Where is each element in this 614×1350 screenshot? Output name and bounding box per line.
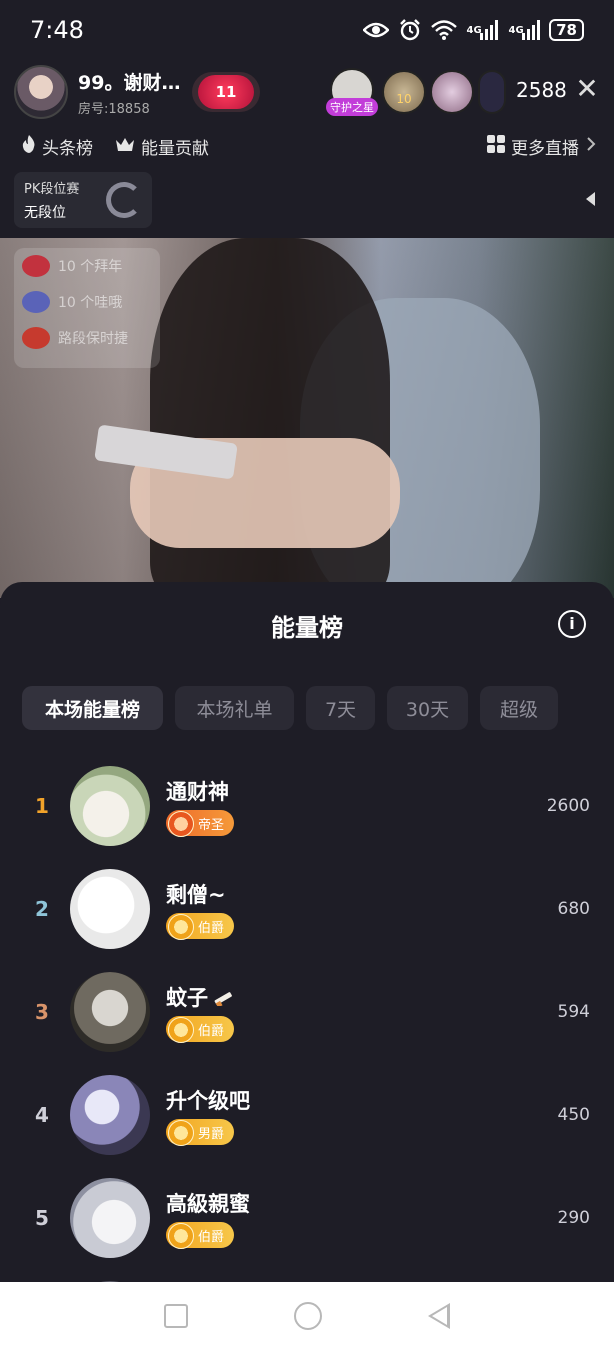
tab-current-energy[interactable]: 本场能量榜 [22, 686, 163, 730]
level-badge: 男爵 [166, 1119, 235, 1146]
level-badge: 伯爵 [166, 1016, 235, 1043]
status-bar: 7:48 4G 4G 78 [0, 0, 614, 60]
gift-overlay-label: 10 个哇哦 [58, 295, 123, 311]
more-live-label: 更多直播 [511, 138, 579, 159]
user-avatar[interactable] [70, 972, 150, 1052]
level-badge: 伯爵 [166, 913, 235, 940]
tab-7-days[interactable]: 7天 [306, 686, 375, 730]
gift-icon [22, 291, 50, 313]
tab-current-gifts[interactable]: 本场礼单 [175, 686, 294, 730]
system-nav-bar [0, 1282, 614, 1350]
rank-number: 1 [35, 794, 49, 818]
back-button[interactable] [428, 1303, 450, 1329]
ranking-row[interactable]: 3 蚊子 伯爵 594 [0, 968, 614, 1071]
viewer-count[interactable]: 2588 [516, 78, 567, 102]
ranking-row[interactable]: 4 升个级吧 男爵 450 [0, 1071, 614, 1174]
viewer-avatar-1[interactable]: 10 [382, 70, 426, 114]
gift-overlay-label: 10 个拜年 [58, 259, 123, 275]
user-avatar[interactable] [70, 1075, 150, 1155]
battery-indicator: 78 [549, 19, 584, 41]
ranking-row[interactable]: 1 通财神 帝圣 2600 [0, 762, 614, 865]
info-icon[interactable]: i [558, 610, 586, 638]
energy-ranking-sheet: 能量榜 i 本场能量榜 本场礼单 7天 30天 超级 1 通财神 帝圣 2600… [0, 582, 614, 1282]
guardian-tag: 守护之星 [326, 98, 378, 116]
ranking-list: 1 通财神 帝圣 2600 2 剩僧~ 伯爵 680 3 蚊子 伯爵 594 4… [0, 762, 614, 1282]
user-name: 升个级吧 [166, 1089, 250, 1113]
recent-apps-button[interactable] [164, 1304, 188, 1328]
like-button[interactable]: 11 [192, 72, 260, 112]
chevron-right-icon [587, 136, 596, 156]
viewer-avatar-2[interactable] [430, 70, 474, 114]
cigarette-icon [212, 987, 236, 1011]
status-icons: 4G 4G 78 [363, 19, 584, 41]
user-name: 通财神 [166, 780, 229, 804]
gift-overlay-item: 10 个哇哦 [14, 284, 160, 320]
sub-nav-row: 头条榜 能量贡献 更多直播 [0, 128, 614, 164]
sheet-title: 能量榜 [271, 614, 343, 642]
rose-icon [22, 255, 50, 277]
user-avatar[interactable] [70, 869, 150, 949]
level-badge: 帝圣 [166, 810, 235, 837]
gift-overlay-item: 10 个拜年 [14, 248, 160, 284]
user-avatar[interactable] [70, 1178, 150, 1258]
crown-icon [115, 136, 135, 157]
live-header: 99。谢财… 房号:18858 11 守护之星 10 2588 ✕ [0, 62, 614, 122]
ranking-row[interactable]: 5 高級親蜜 伯爵 290 [0, 1174, 614, 1277]
eye-icon [363, 19, 390, 41]
collapse-arrow-icon[interactable] [586, 192, 595, 206]
tab-super[interactable]: 超级 [480, 686, 558, 730]
energy-score: 290 [557, 1208, 590, 1228]
alarm-icon [397, 19, 423, 41]
flame-icon [22, 134, 36, 158]
viewer-avatar-3[interactable] [478, 70, 506, 114]
like-count: 11 [215, 83, 237, 101]
live-video-stream[interactable]: 10 个拜年 10 个哇哦 路段保时捷 [0, 238, 614, 598]
user-avatar[interactable] [70, 766, 150, 846]
gift-overlay-label: 路段保时捷 [58, 331, 128, 347]
ranking-tabs: 本场能量榜 本场礼单 7天 30天 超级 [22, 686, 558, 730]
gift-overlay-list: 10 个拜年 10 个哇哦 路段保时捷 [14, 248, 160, 368]
rank-number: 2 [35, 897, 49, 921]
car-icon [22, 327, 50, 349]
close-button[interactable]: ✕ [574, 74, 600, 104]
energy-contribution-button[interactable]: 能量贡献 [115, 134, 209, 159]
gift-overlay-item: 路段保时捷 [14, 320, 160, 356]
level-badge: 伯爵 [166, 1222, 235, 1249]
signal-icon-1: 4G [465, 19, 499, 41]
home-button[interactable] [294, 1302, 322, 1330]
headlines-button[interactable]: 头条榜 [22, 134, 93, 159]
swirl-icon [106, 182, 142, 218]
user-name-text: 蚊子 [166, 986, 208, 1010]
energy-score: 594 [557, 1002, 590, 1022]
heart-icon: 11 [198, 75, 254, 109]
user-name: 高級親蜜 [166, 1192, 250, 1216]
pk-rank-card[interactable]: PK段位赛 无段位 [14, 172, 152, 228]
live-room-screen: 7:48 4G 4G 78 99。谢财… 房号:18858 11 守护之星 10… [0, 0, 614, 1350]
user-name: 剩僧~ [166, 883, 226, 907]
signal-icon-2: 4G [507, 19, 541, 41]
host-name: 99。谢财… [78, 71, 181, 94]
guardian-avatar[interactable]: 守护之星 [326, 68, 378, 116]
rank-number: 5 [35, 1206, 49, 1230]
energy-score: 2600 [546, 796, 590, 816]
host-avatar[interactable] [14, 65, 68, 119]
host-profile-chip[interactable]: 99。谢财… 房号:18858 [14, 64, 184, 120]
user-name: 蚊子 [166, 982, 236, 1012]
rank-number: 3 [35, 1000, 49, 1024]
rank-number: 4 [35, 1103, 49, 1127]
more-live-button[interactable]: 更多直播 [487, 128, 596, 164]
viewer-avatar-badge: 10 [396, 92, 412, 106]
energy-score: 680 [557, 899, 590, 919]
headlines-label: 头条榜 [42, 138, 93, 159]
status-time: 7:48 [30, 16, 84, 44]
host-info: 99。谢财… 房号:18858 [78, 68, 180, 117]
energy-score: 450 [557, 1105, 590, 1125]
grid-icon [487, 134, 505, 158]
tab-30-days[interactable]: 30天 [387, 686, 468, 730]
wifi-icon [431, 19, 457, 41]
energy-contribution-label: 能量贡献 [141, 138, 209, 159]
ranking-row[interactable]: 2 剩僧~ 伯爵 680 [0, 865, 614, 968]
room-number: 房号:18858 [78, 101, 150, 117]
